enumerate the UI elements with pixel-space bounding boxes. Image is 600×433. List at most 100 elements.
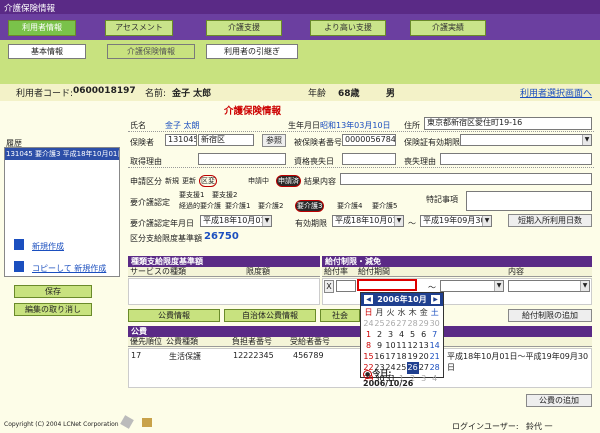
calendar-day[interactable]: 7 [429, 329, 440, 340]
short-stay-days-button[interactable]: 短期入所利用日数 [508, 214, 592, 227]
rate-field[interactable] [336, 280, 356, 292]
valid-to-select[interactable]: 平成19年09月30日 ▼ [420, 215, 492, 227]
calendar-day[interactable]: 2 [374, 329, 385, 340]
calendar-day[interactable]: 4 [396, 329, 407, 340]
tab-assessment[interactable]: アセスメント [105, 20, 173, 36]
tab-handover[interactable]: 利用者の引継ぎ [206, 44, 298, 59]
weekday-label: 土 [430, 308, 439, 317]
apply-done[interactable]: 申請済 [276, 175, 301, 187]
benefit-limit-header: 種類支給限度基準額 [128, 256, 320, 267]
calendar-day[interactable]: 21 [429, 351, 440, 362]
copy-doc-icon [14, 261, 24, 272]
calendar-today[interactable]: ● 今日: 2006/10/26 [363, 368, 443, 388]
copy-new-link[interactable]: コピーして 新規作成 [32, 263, 106, 274]
period-from-field[interactable] [357, 279, 417, 291]
calendar-day[interactable]: 26 [385, 318, 396, 329]
history-list[interactable]: 131045 要介護3 平成18年10月01日 [4, 147, 120, 277]
main-area: 履歴 131045 要介護3 平成18年10月01日 新規作成 コピーして 新規… [0, 101, 600, 433]
login-user-label: ログインユーザー: [452, 422, 519, 431]
insurer-name-field[interactable]: 新宿区 [198, 134, 254, 146]
cert-date-select[interactable]: 平成18年10月01日 ▼ [200, 215, 272, 227]
add-restriction-button[interactable]: 給付制限の追加 [508, 309, 592, 322]
address-field[interactable]: 東京都新宿区愛住町19-16 [424, 117, 592, 130]
form-heading: 介護保険情報 [224, 106, 282, 117]
weekday-label: 水 [397, 308, 406, 317]
result-field[interactable] [340, 173, 592, 185]
tab-insurance-info[interactable]: 介護保険情報 [107, 44, 195, 59]
valid-from-select[interactable]: 平成18年10月01日 ▼ [332, 215, 404, 227]
calendar-day[interactable]: 6 [418, 329, 429, 340]
care-level-label: 要介護認定 [130, 198, 170, 207]
prev-month-icon[interactable]: ◀ [364, 295, 373, 304]
calendar-day[interactable]: 29 [418, 318, 429, 329]
insurer-code-field[interactable]: 131045 [165, 134, 197, 146]
payer-number-header: 負担者番号 [232, 337, 272, 346]
tab-higher-support[interactable]: より高い支援 [310, 20, 386, 36]
special-notes-field[interactable] [466, 191, 592, 211]
tab-care-support[interactable]: 介護支援 [206, 20, 282, 36]
acquire-reason-field[interactable] [198, 153, 286, 165]
insured-number-field[interactable]: 0000056784 [342, 134, 396, 146]
tab-social[interactable]: 社会 [320, 309, 360, 322]
loss-reason-field[interactable] [440, 153, 592, 165]
calendar-day[interactable]: 8 [363, 340, 374, 351]
address-label: 住所 [404, 121, 420, 130]
calendar-day[interactable]: 18 [396, 351, 407, 362]
add-public-expense-button[interactable]: 公費の追加 [526, 394, 592, 407]
apply-pending[interactable]: 申請中 [248, 176, 269, 186]
calendar-day[interactable]: 15 [363, 351, 374, 362]
calendar-day[interactable]: 28 [407, 318, 418, 329]
apply-change[interactable]: 区変 [199, 175, 217, 187]
calendar-day[interactable]: 16 [374, 351, 385, 362]
level-care1[interactable]: 要介護1 [225, 201, 250, 211]
tab-user-info[interactable]: 利用者情報 [8, 20, 76, 36]
tab-care-record[interactable]: 介護実績 [410, 20, 486, 36]
next-month-icon[interactable]: ▶ [431, 295, 440, 304]
level-care4[interactable]: 要介護4 [337, 201, 362, 211]
tab-public-expense[interactable]: 公費情報 [128, 309, 220, 322]
level-care3[interactable]: 要介護3 [295, 200, 325, 212]
calendar-day[interactable]: 3 [385, 329, 396, 340]
new-link[interactable]: 新規作成 [32, 241, 64, 252]
level-care2[interactable]: 要介護2 [258, 201, 283, 211]
apply-category-label: 申請区分 [130, 177, 162, 186]
reference-button[interactable]: 参照 [262, 134, 286, 147]
calendar-day[interactable]: 9 [374, 340, 385, 351]
calendar-month: 2006年10月 [377, 295, 427, 304]
level-support1[interactable]: 要支援1 [179, 190, 204, 200]
calendar-day[interactable]: 14 [429, 340, 440, 351]
new-doc-icon [14, 239, 24, 250]
calendar-day[interactable]: 24 [363, 318, 374, 329]
calendar-day[interactable]: 30 [429, 318, 440, 329]
save-button[interactable]: 保存 [14, 285, 92, 298]
calendar-day[interactable]: 10 [385, 340, 396, 351]
calendar-day[interactable]: 12 [407, 340, 418, 351]
calendar-day[interactable]: 13 [418, 340, 429, 351]
content-header: 内容 [508, 267, 524, 276]
loss-date-field[interactable] [342, 153, 396, 165]
calendar-day[interactable]: 11 [396, 340, 407, 351]
calendar-day[interactable]: 25 [374, 318, 385, 329]
cert-expiry-select[interactable]: ▼ [460, 134, 592, 146]
calendar-day[interactable]: 1 [363, 329, 374, 340]
user-select-link[interactable]: 利用者選択画面へ [520, 86, 592, 99]
period-to-select[interactable]: ▼ [440, 280, 504, 292]
calendar-day[interactable]: 19 [407, 351, 418, 362]
content-select[interactable]: ▼ [508, 280, 590, 292]
tab-basic-info[interactable]: 基本情報 [8, 44, 86, 59]
history-item[interactable]: 131045 要介護3 平成18年10月01日 [5, 148, 119, 160]
cancel-edit-button[interactable]: 編集の取り消し [14, 303, 92, 316]
tab-local-public-expense[interactable]: 自治体公費情報 [224, 309, 316, 322]
apply-renew[interactable]: 更新 [182, 176, 196, 186]
apply-new[interactable]: 新規 [165, 176, 179, 186]
level-transitional[interactable]: 経過的要介護 [179, 201, 221, 211]
level-support2[interactable]: 要支援2 [212, 190, 237, 200]
weekday-label: 金 [419, 308, 428, 317]
delete-row-button[interactable]: X [324, 280, 334, 293]
calendar-day[interactable]: 5 [407, 329, 418, 340]
calendar-day[interactable]: 20 [418, 351, 429, 362]
level-care5[interactable]: 要介護5 [372, 201, 397, 211]
calendar-day[interactable]: 17 [385, 351, 396, 362]
calendar-day[interactable]: 27 [396, 318, 407, 329]
limit-amount-value: 26750 [204, 231, 239, 242]
